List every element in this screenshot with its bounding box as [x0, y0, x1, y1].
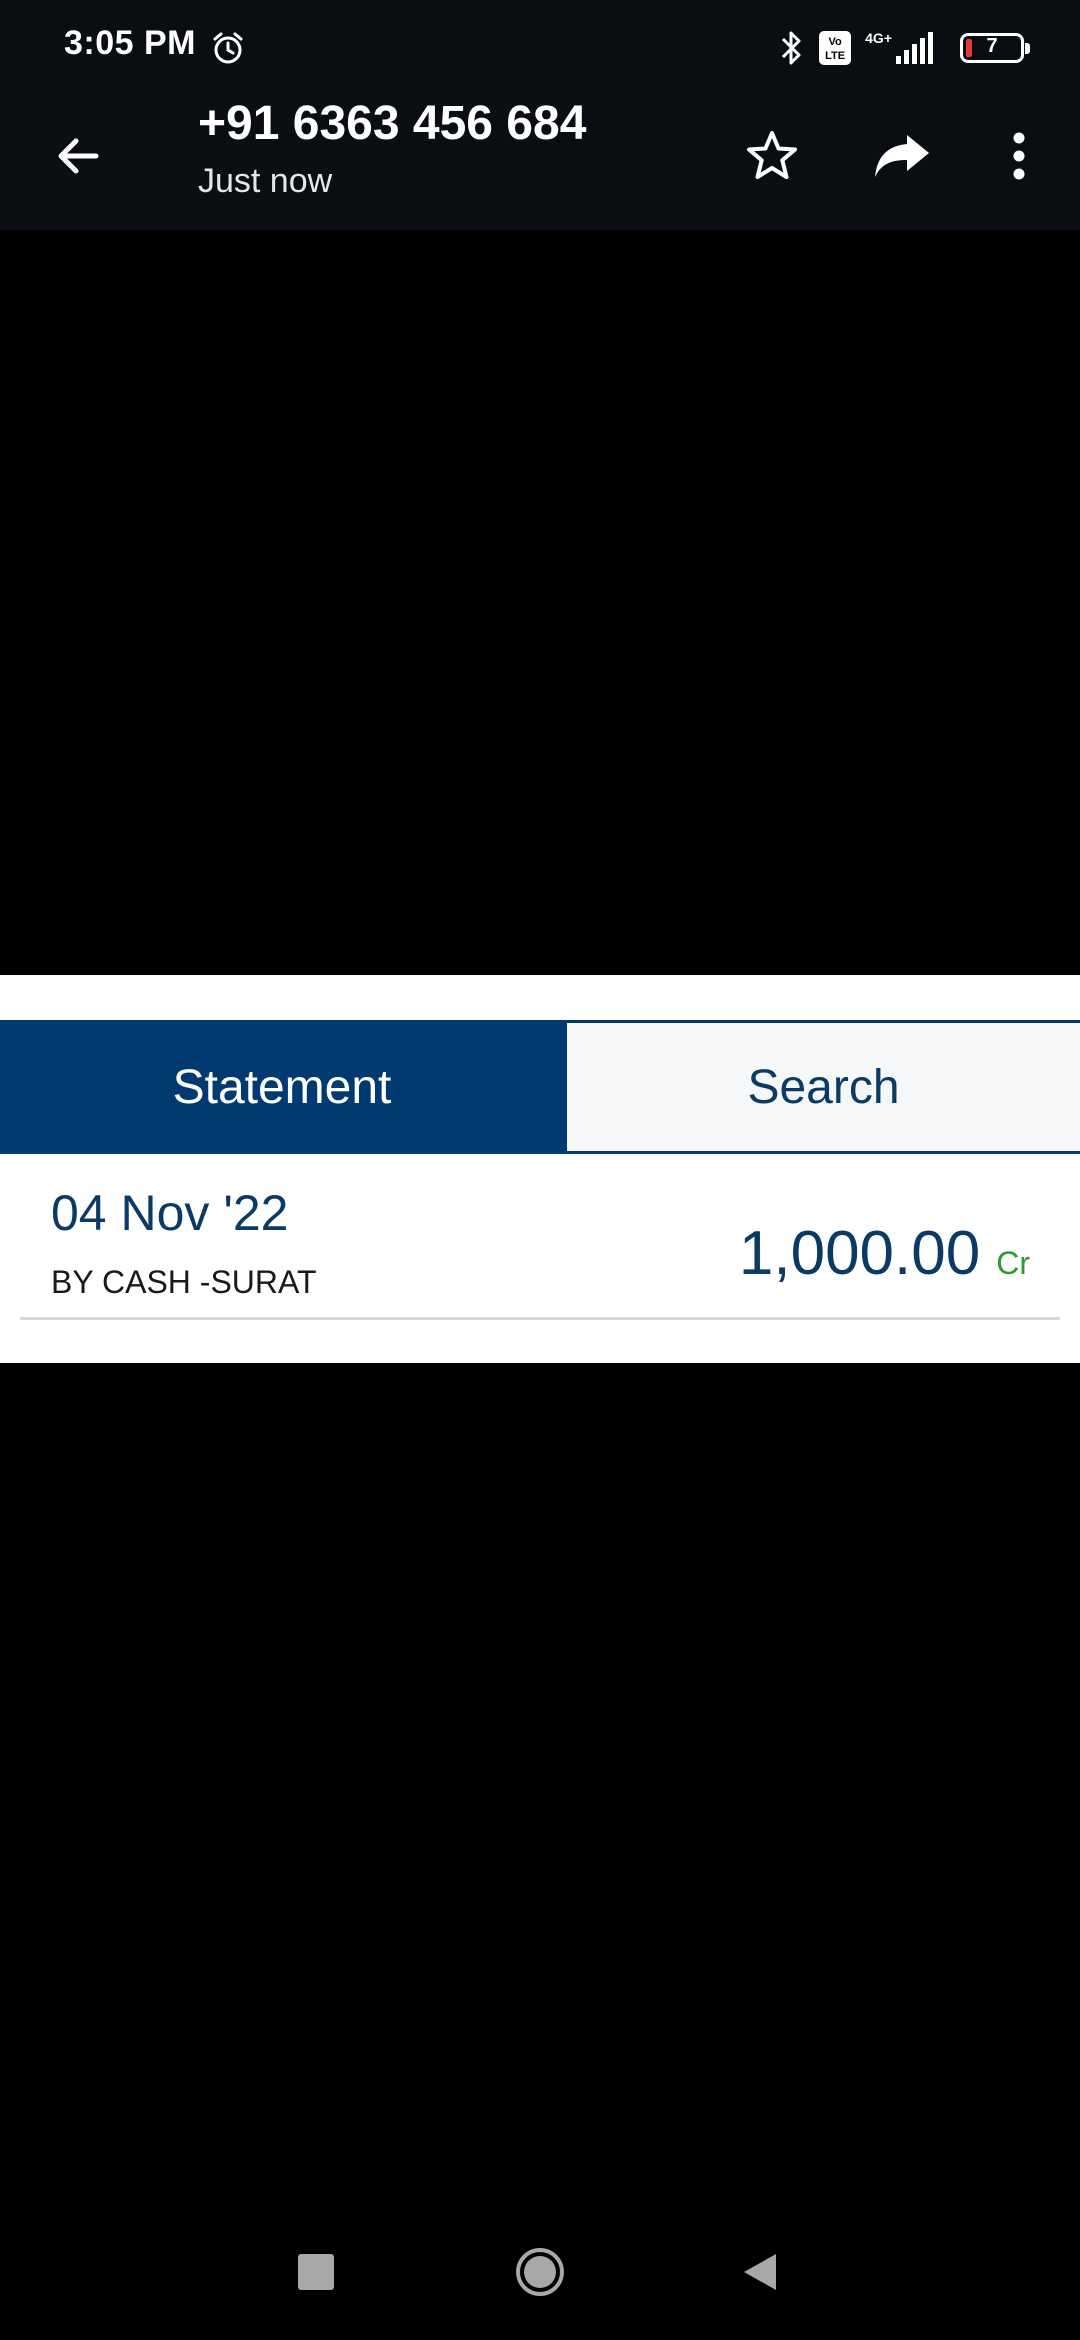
status-icons: Vo LTE 4G+ 7 — [777, 26, 1030, 70]
transaction-description: BY CASH -SURAT — [51, 1264, 317, 1300]
transaction-row: 04 Nov '22 BY CASH -SURAT 1,000.00 Cr — [20, 1154, 1060, 1320]
battery-percent: 7 — [986, 35, 998, 57]
transaction-date: 04 Nov '22 — [51, 1185, 289, 1241]
timestamp-subtitle: Just now — [198, 162, 333, 200]
star-button[interactable] — [732, 116, 812, 196]
tab-bar: Statement Search — [0, 1020, 1080, 1154]
more-vertical-icon — [1013, 132, 1025, 180]
battery-icon: 7 — [960, 33, 1030, 63]
bluetooth-icon — [782, 31, 801, 65]
network-type: 4G+ — [865, 30, 892, 46]
share-button[interactable] — [862, 116, 942, 196]
share-icon — [875, 135, 929, 177]
back-triangle-icon[interactable] — [740, 2250, 780, 2294]
battery-tip — [1025, 43, 1030, 54]
status-bar: 3:05 PM Vo LTE 4G+ 7 — [0, 0, 1080, 96]
home-circle-icon[interactable] — [514, 2246, 566, 2298]
transaction-amount: 1,000.00 — [738, 1219, 981, 1288]
star-icon — [747, 131, 797, 179]
transaction-type: Cr — [996, 1245, 1030, 1281]
tab-statement: Statement — [0, 1020, 564, 1154]
signal-icon — [896, 32, 933, 64]
arrow-left-icon — [58, 138, 99, 174]
transaction-amount-group: 1,000.00 Cr — [739, 1218, 1030, 1289]
navigation-bar — [0, 2222, 1080, 2340]
volte-icon: Vo LTE — [819, 31, 852, 65]
back-button[interactable] — [40, 118, 116, 194]
shared-image[interactable]: Statement Search 04 Nov '22 BY CASH -SUR… — [0, 975, 1080, 1363]
app-header: +91 6363 456 684 Just now — [0, 96, 1080, 230]
recents-square-icon[interactable] — [298, 2254, 334, 2290]
more-options-button[interactable] — [984, 116, 1054, 196]
tab-search: Search — [564, 1020, 1080, 1154]
alarm-icon — [213, 32, 243, 64]
contact-title: +91 6363 456 684 — [198, 97, 587, 150]
status-time: 3:05 PM — [64, 24, 196, 62]
